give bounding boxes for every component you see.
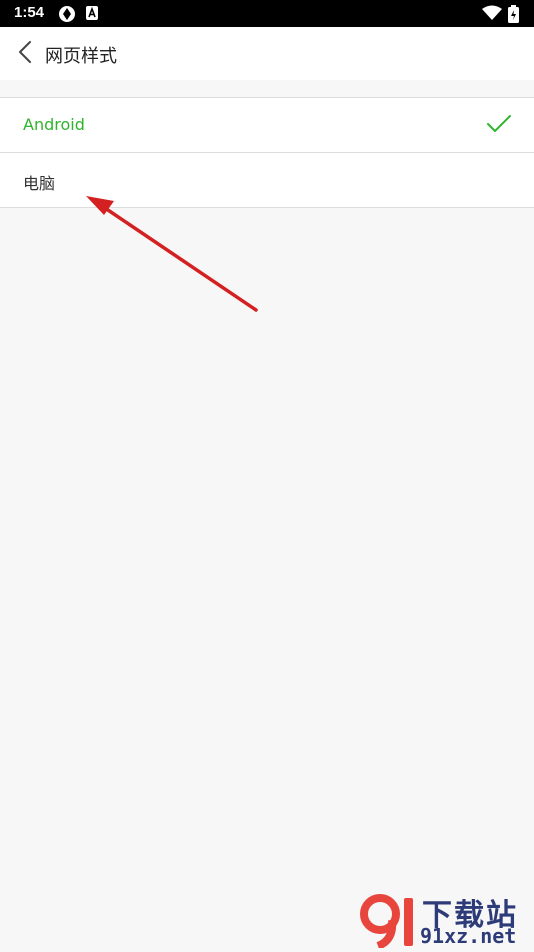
back-button[interactable] [10,37,40,70]
chevron-left-icon [17,40,33,68]
app-bar: 网页样式 [0,27,534,80]
options-list: Android 电脑 [0,97,534,208]
status-bar: 1:54 [0,0,534,27]
option-label: 电脑 [23,174,56,193]
watermark-bottom-text: 91xz.net [420,924,517,948]
app-a-icon [85,5,99,25]
battery-icon [508,5,519,27]
wifi-icon [482,5,502,25]
watermark-logo-icon [360,892,420,952]
option-label: Android [23,115,85,134]
watermark: 下载站 91xz.net [360,890,530,950]
page-title: 网页样式 [45,46,117,67]
check-icon [486,114,512,138]
settings-aperture-icon [58,5,76,27]
status-time: 1:54 [14,4,45,21]
option-desktop[interactable]: 电脑 [0,153,534,208]
option-android[interactable]: Android [0,98,534,153]
